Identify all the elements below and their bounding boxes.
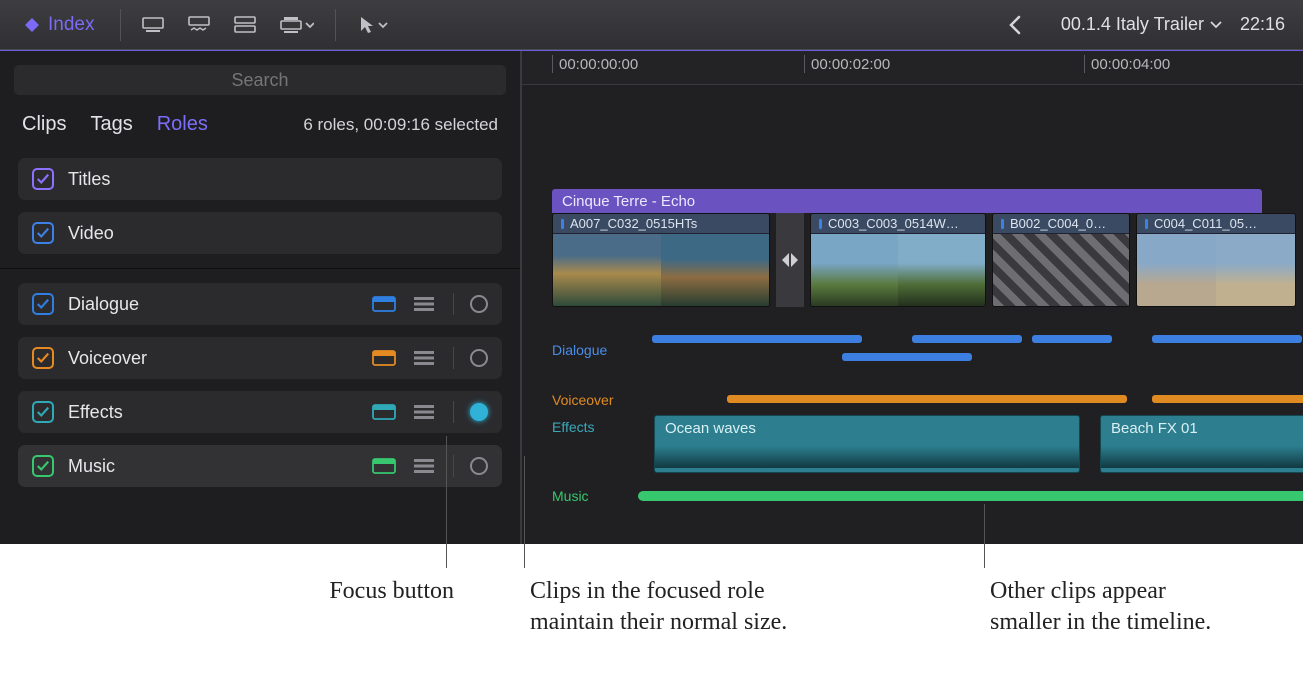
leader-line <box>524 456 525 568</box>
role-video[interactable]: Video <box>18 212 502 254</box>
time-ruler[interactable]: 00:00:00:00 00:00:02:00 00:00:04:00 <box>522 51 1303 85</box>
subrole-button[interactable] <box>371 402 397 422</box>
audio-clip[interactable] <box>1032 335 1112 343</box>
clip-label: C004_C011_05… <box>1137 214 1295 234</box>
checkbox-icon[interactable] <box>32 293 54 315</box>
annotations: Focus button Clips in the focused role m… <box>0 544 1303 676</box>
roles-info: 6 roles, 00:09:16 selected <box>303 115 498 135</box>
ruler-tick: 00:00:02:00 <box>804 55 890 73</box>
role-label: Effects <box>68 402 357 423</box>
audio-clip[interactable] <box>1152 335 1302 343</box>
role-label: Music <box>68 456 357 477</box>
video-clip[interactable]: C003_C003_0514W… <box>810 213 986 307</box>
clip-appearance-button-3[interactable] <box>225 8 265 42</box>
clip-label: C003_C003_0514W… <box>811 214 985 234</box>
clip-appearance-button-1[interactable] <box>133 8 173 42</box>
annotation-other-clips: Other clips appear smaller in the timeli… <box>990 576 1220 638</box>
index-button[interactable]: Index <box>10 8 108 42</box>
role-music[interactable]: Music <box>18 445 502 487</box>
lane-dialogue: Dialogue <box>552 333 1303 367</box>
divider <box>0 268 520 269</box>
annotation-focused-clips: Clips in the focused role maintain their… <box>530 576 790 638</box>
clip-label: A007_C032_0515HTs <box>553 214 769 234</box>
leader-line <box>446 436 447 568</box>
lanes-button[interactable] <box>411 402 437 422</box>
ruler-tick: 00:00:00:00 <box>552 55 638 73</box>
clip-appearance-dropdown[interactable] <box>271 8 323 42</box>
select-tool-dropdown[interactable] <box>348 8 400 42</box>
tab-roles[interactable]: Roles <box>157 113 208 136</box>
focus-button[interactable] <box>470 295 488 313</box>
toolbar-separator <box>335 9 336 41</box>
role-label: Voiceover <box>68 348 357 369</box>
focus-button[interactable] <box>470 457 488 475</box>
role-label: Titles <box>68 169 488 190</box>
subrole-button[interactable] <box>371 348 397 368</box>
tab-clips[interactable]: Clips <box>22 113 66 136</box>
checkbox-icon[interactable] <box>32 222 54 244</box>
audio-clip[interactable] <box>652 335 862 343</box>
clip-appearance-button-2[interactable] <box>179 8 219 42</box>
index-label: Index <box>48 14 94 36</box>
checkbox-icon[interactable] <box>32 347 54 369</box>
focus-button[interactable] <box>470 349 488 367</box>
ruler-tick: 00:00:04:00 <box>1084 55 1170 73</box>
role-effects[interactable]: Effects <box>18 391 502 433</box>
subrole-button[interactable] <box>371 294 397 314</box>
leader-line <box>984 504 985 568</box>
role-voiceover[interactable]: Voiceover <box>18 337 502 379</box>
effects-clip[interactable]: Beach FX 01 <box>1100 415 1303 473</box>
chevron-left-icon <box>1008 15 1022 35</box>
role-dialogue[interactable]: Dialogue <box>18 283 502 325</box>
audio-clip[interactable] <box>842 353 972 361</box>
checkbox-icon[interactable] <box>32 455 54 477</box>
chevron-down-icon <box>1210 21 1222 29</box>
lanes-button[interactable] <box>411 456 437 476</box>
main-area: Clips Tags Roles 6 roles, 00:09:16 selec… <box>0 50 1303 544</box>
role-label: Dialogue <box>68 294 357 315</box>
audio-clip[interactable] <box>638 491 1303 501</box>
role-titles[interactable]: Titles <box>18 158 502 200</box>
timeline[interactable]: 00:00:00:00 00:00:02:00 00:00:04:00 Cinq… <box>522 51 1303 544</box>
audio-clip[interactable] <box>912 335 1022 343</box>
tab-tags[interactable]: Tags <box>90 113 132 136</box>
focus-button[interactable] <box>470 403 488 421</box>
audio-clip[interactable] <box>1152 395 1303 403</box>
checkbox-icon[interactable] <box>32 401 54 423</box>
project-duration: 22:16 <box>1240 14 1285 35</box>
project-title-dropdown[interactable]: 00.1.4 Italy Trailer <box>1061 14 1222 35</box>
diamond-icon <box>24 17 40 33</box>
clip-label: B002_C004_0… <box>993 214 1129 234</box>
lane-effects: Effects Ocean waves Beach FX 01 <box>552 415 1303 473</box>
search-input[interactable] <box>14 65 506 95</box>
app-window: Index 00.1.4 Italy Trailer 22:16 <box>0 0 1303 544</box>
lanes-button[interactable] <box>411 294 437 314</box>
timeline-history-back[interactable] <box>995 8 1035 42</box>
top-toolbar: Index 00.1.4 Italy Trailer 22:16 <box>0 0 1303 50</box>
transition-icon[interactable] <box>776 213 804 307</box>
video-clip[interactable]: B002_C004_0… <box>992 213 1130 307</box>
checkbox-icon[interactable] <box>32 168 54 190</box>
video-clip[interactable]: A007_C032_0515HTs <box>552 213 770 307</box>
annotation-focus-button: Focus button <box>284 576 454 607</box>
lane-voiceover: Voiceover <box>552 391 1303 409</box>
lane-music: Music <box>552 485 1303 507</box>
effects-clip[interactable]: Ocean waves <box>654 415 1080 473</box>
toolbar-separator <box>120 9 121 41</box>
lanes-button[interactable] <box>411 348 437 368</box>
index-sidebar: Clips Tags Roles 6 roles, 00:09:16 selec… <box>0 51 522 544</box>
index-tabs: Clips Tags Roles 6 roles, 00:09:16 selec… <box>0 105 520 154</box>
subrole-button[interactable] <box>371 456 397 476</box>
role-label: Video <box>68 223 488 244</box>
video-clip[interactable]: C004_C011_05… <box>1136 213 1296 307</box>
roles-list: Titles Video Dialogue <box>0 154 520 491</box>
audio-clip[interactable] <box>727 395 1127 403</box>
primary-storyline: A007_C032_0515HTs C003_C003_0514W… <box>552 213 1296 307</box>
storyline-title-bar[interactable]: Cinque Terre - Echo <box>552 189 1262 213</box>
